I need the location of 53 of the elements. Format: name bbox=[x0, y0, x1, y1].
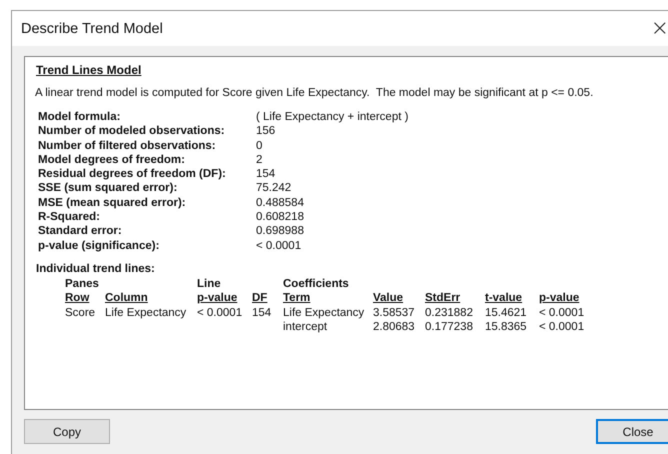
table-cell-text: 2.80683 bbox=[373, 321, 416, 334]
stat-label: Model formula: bbox=[38, 111, 122, 123]
stat-value: 75.242 bbox=[256, 182, 292, 194]
stat-value: 2 bbox=[256, 154, 264, 166]
stat-value: 0.698988 bbox=[256, 225, 305, 238]
stat-value: 0.488584 bbox=[256, 196, 305, 209]
stat-value: < 0.0001 bbox=[256, 240, 302, 252]
table-cell-text: Life Expectancy bbox=[105, 306, 188, 319]
table-cell-text: 154 bbox=[252, 306, 272, 319]
stat-value: 0 bbox=[256, 140, 264, 152]
summary-text: A linear trend model is computed for Score given Life Expectancy. The model may be significant at p <= 0.05. bbox=[35, 87, 594, 99]
table-cell: < 0.0001 bbox=[539, 321, 584, 334]
column-header: StdErr bbox=[425, 292, 462, 304]
group-header: Panes bbox=[65, 278, 100, 290]
group-header: Line bbox=[197, 278, 222, 290]
stat-label: MSE (mean squared error): bbox=[38, 196, 187, 209]
table-cell-text: 3.58537 bbox=[373, 306, 416, 319]
column-header: t-value bbox=[485, 292, 524, 304]
stat-label: R-Squared: bbox=[38, 211, 101, 224]
stat-label: Number of modeled observations: bbox=[38, 125, 226, 138]
table-cell-text: 0.231882 bbox=[425, 306, 474, 319]
window-title: Describe Trend Model bbox=[21, 20, 163, 36]
stat-value: 154 bbox=[256, 168, 276, 180]
stat-label: Standard error: bbox=[38, 225, 123, 238]
column-header: DF bbox=[252, 292, 268, 304]
column-header: Term bbox=[283, 292, 312, 304]
table-cell-text: 15.8365 bbox=[485, 321, 528, 334]
column-header: Value bbox=[373, 292, 404, 304]
column-header: Column bbox=[105, 292, 149, 304]
copy-button[interactable]: Copy bbox=[24, 419, 110, 444]
column-header: p-value bbox=[539, 292, 580, 304]
stat-label: p-value (significance): bbox=[38, 240, 160, 252]
column-header: Row bbox=[65, 292, 90, 304]
table-cell: < 0.0001 bbox=[539, 306, 584, 319]
report-heading: Trend Lines Model bbox=[36, 63, 142, 77]
table-cell-text: < 0.0001 bbox=[197, 306, 244, 319]
stat-value: 0.608218 bbox=[256, 211, 305, 224]
stat-label: SSE (sum squared error): bbox=[38, 182, 178, 194]
stat-label: Residual degrees of freedom (DF): bbox=[38, 168, 227, 180]
stat-value: ( Life Expectancy + intercept ) bbox=[256, 111, 410, 123]
stat-label: Model degrees of freedom: bbox=[38, 154, 186, 166]
table-cell-text: 15.4621 bbox=[485, 306, 528, 319]
table-cell-text: intercept bbox=[283, 321, 328, 334]
stat-value: 156 bbox=[256, 125, 276, 138]
column-header: p-value bbox=[197, 292, 238, 304]
group-header: Coefficients bbox=[283, 278, 350, 290]
section-heading: Individual trend lines: bbox=[36, 262, 156, 275]
table-cell-text: Score bbox=[65, 306, 96, 319]
table-cell-text: 0.177238 bbox=[425, 321, 474, 334]
close-button[interactable]: × bbox=[650, 18, 668, 40]
table-cell-text: Life Expectancy bbox=[283, 306, 366, 319]
close-dialog-button[interactable]: Close bbox=[596, 419, 668, 444]
stat-label: Number of filtered observations: bbox=[38, 140, 217, 152]
